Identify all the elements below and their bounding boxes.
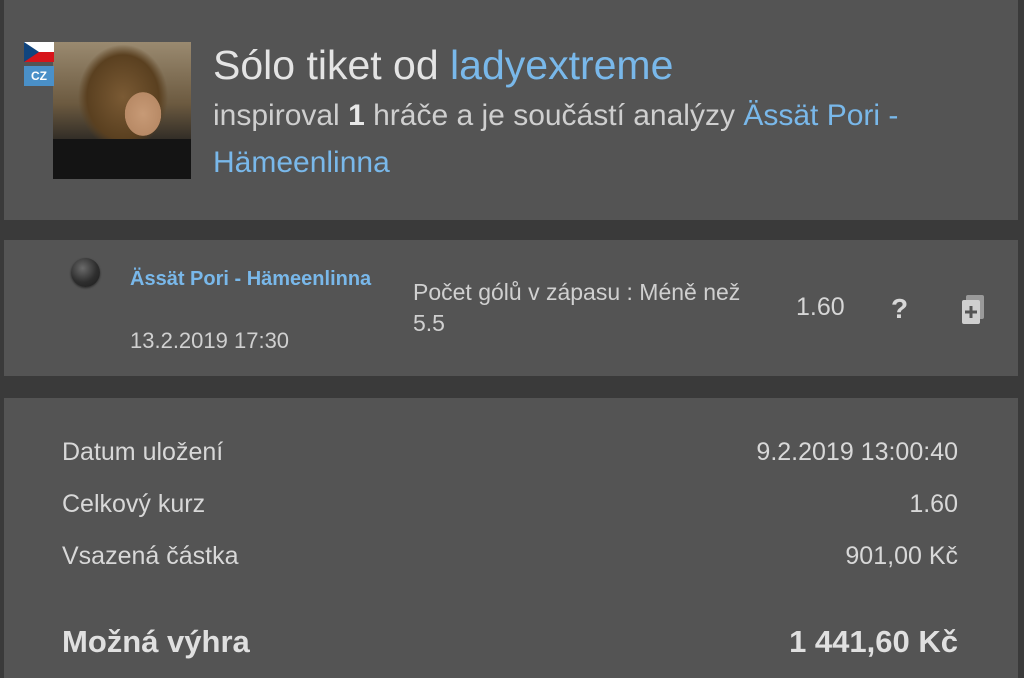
stake-value: 901,00 Kč bbox=[845, 542, 958, 570]
inspired-prefix: inspiroval bbox=[213, 99, 340, 132]
inspired-suffix: hráče a je součástí analýzy bbox=[373, 99, 735, 132]
bet-market: Počet gólů v zápasu : Méně než 5.5 bbox=[413, 279, 741, 336]
possible-win-label: Možná výhra bbox=[62, 624, 250, 659]
copy-ticket-icon[interactable] bbox=[960, 294, 986, 326]
bet-odds: 1.60 bbox=[796, 293, 845, 321]
page-subtitle: inspiroval 1 hráče a je součástí analýzy… bbox=[213, 92, 1013, 186]
page-title: Sólo tiket od ladyextreme bbox=[213, 42, 673, 89]
inspired-count: 1 bbox=[348, 99, 365, 132]
czech-flag-icon bbox=[24, 42, 54, 62]
total-odds-label: Celkový kurz bbox=[62, 490, 206, 518]
match-datetime: 13.2.2019 17:30 bbox=[130, 328, 290, 353]
saved-date-label: Datum uložení bbox=[62, 438, 224, 466]
match-link[interactable]: Ässät Pori - Hämeenlinna bbox=[130, 263, 390, 295]
result-pending-dot-icon bbox=[71, 258, 100, 287]
stake-label: Vsazená částka bbox=[62, 542, 239, 570]
title-prefix: Sólo tiket od bbox=[213, 42, 439, 88]
question-mark-icon[interactable]: ? bbox=[891, 293, 908, 325]
author-link[interactable]: ladyextreme bbox=[450, 42, 673, 88]
saved-date-value: 9.2.2019 13:00:40 bbox=[756, 438, 958, 466]
total-odds-value: 1.60 bbox=[909, 490, 958, 518]
user-avatar[interactable] bbox=[53, 42, 191, 179]
possible-win-value: 1 441,60 Kč bbox=[789, 624, 958, 659]
avatar-shirt bbox=[53, 139, 191, 179]
country-badge: CZ bbox=[24, 66, 54, 86]
